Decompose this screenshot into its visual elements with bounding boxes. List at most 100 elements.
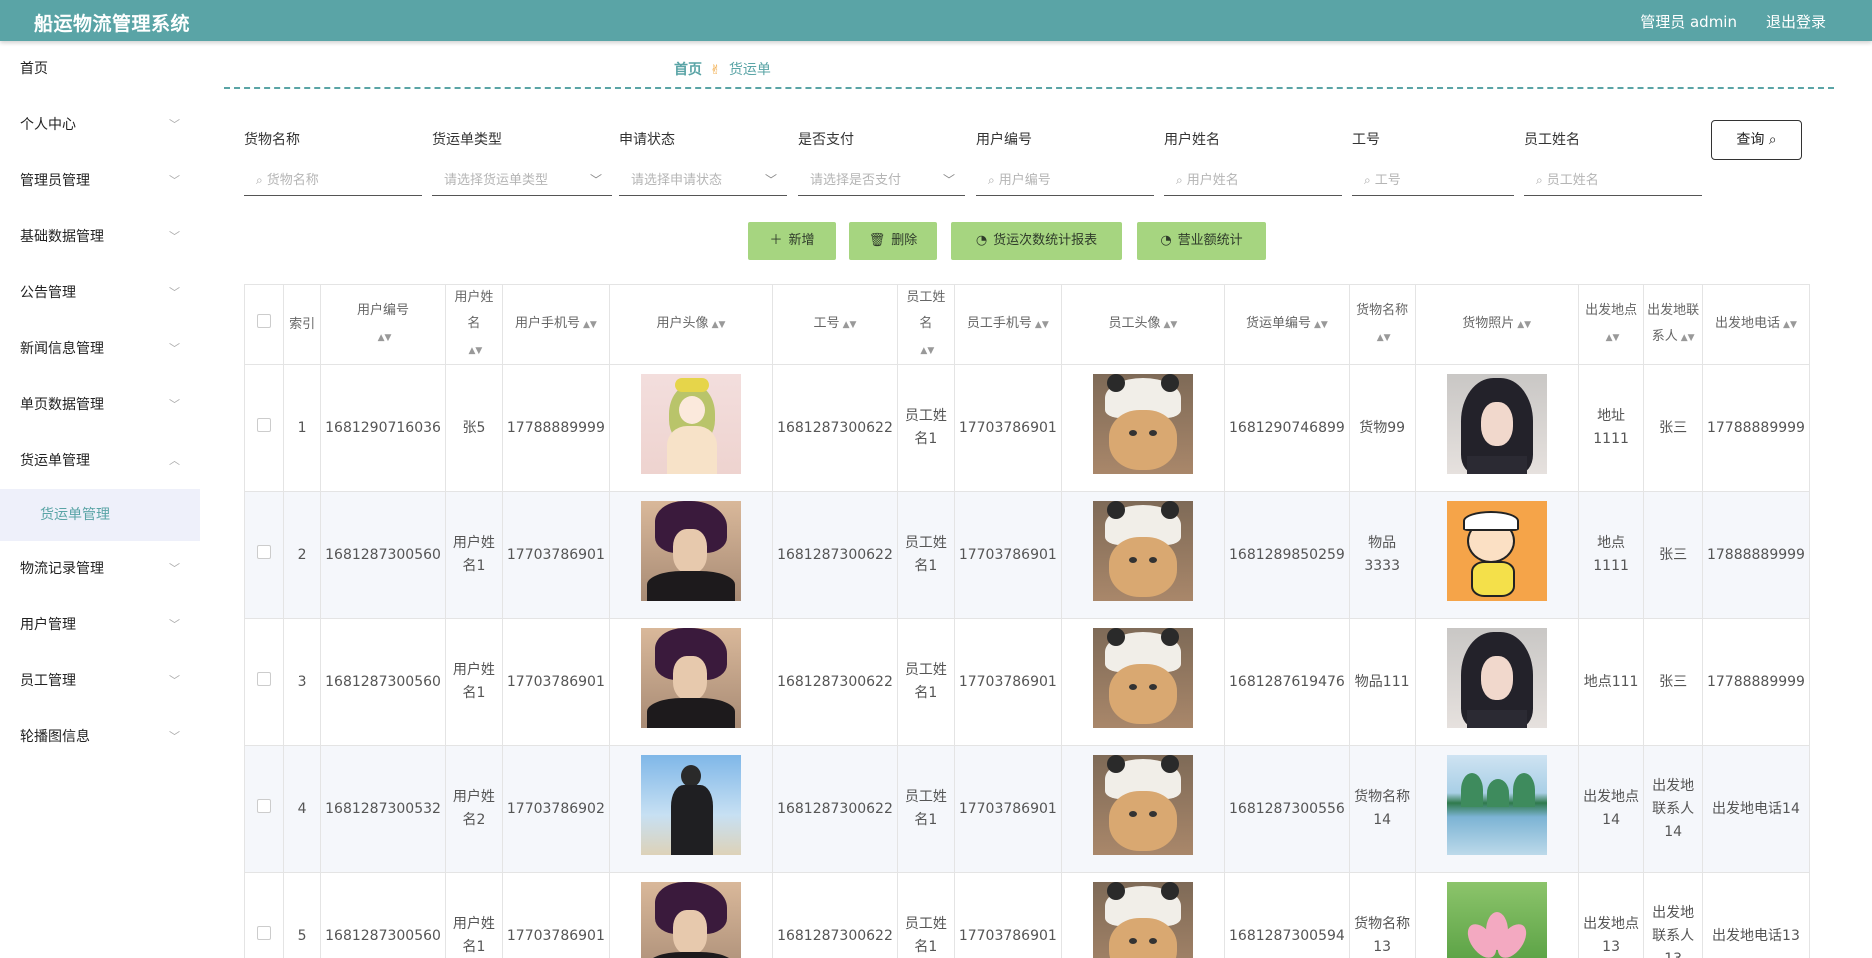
column-header[interactable]: 用户编号 ▲▼ (320, 284, 446, 365)
row-checkbox[interactable] (257, 544, 272, 559)
sidebar-item-home[interactable]: 首页 (0, 41, 200, 97)
cell-goods-photo (1414, 745, 1579, 873)
column-header[interactable]: 员工头像 ▲▼ (1060, 284, 1226, 365)
column-header[interactable]: 用户手机号 ▲▼ (501, 284, 610, 365)
add-button[interactable]: ＋新增 (748, 222, 836, 260)
cell-from-contact: 张三 (1643, 364, 1703, 492)
cell-user-name: 张5 (444, 364, 503, 492)
sidebar-item-label: 用户管理 (20, 617, 76, 633)
user-avatar-image[interactable] (640, 628, 741, 728)
chevron-down-icon: ﹀ (169, 730, 180, 743)
select-all-checkbox[interactable] (257, 313, 272, 328)
user-name-input[interactable]: ⌕ 用户姓名 (1164, 165, 1342, 196)
chevron-down-icon: ﹀ (169, 562, 180, 575)
row-checkbox[interactable] (257, 925, 272, 940)
shipment-count-report-button[interactable]: ◔ 货运次数统计报表 (951, 222, 1122, 260)
staff-name-input[interactable]: ⌕ 员工姓名 (1524, 165, 1702, 196)
goods-photo-image[interactable] (1446, 628, 1547, 728)
top-header: 船运物流管理系统 管理员 admin 退出登录 (0, 0, 1872, 41)
goods-photo-image[interactable] (1446, 501, 1547, 601)
table-row[interactable]: 3 1681287300560 用户姓名1 17703786901 168128… (244, 618, 1810, 746)
cell-order-no: 1681287300556 (1224, 745, 1350, 873)
cell-goods-name: 货物99 (1348, 364, 1416, 492)
query-button[interactable]: 查询 ⌕ (1711, 120, 1802, 160)
waybill-type-select[interactable]: 请选择货运单类型 ﹀ (432, 165, 612, 196)
logout-link[interactable]: 退出登录 (1766, 11, 1826, 32)
column-header[interactable]: 工号 ▲▼ (772, 284, 898, 365)
pie-chart-icon: ◔ (975, 233, 988, 248)
column-header[interactable]: 货物照片 ▲▼ (1414, 284, 1579, 365)
cell-from-phone: 出发地电话14 (1701, 745, 1810, 873)
sidebar-item-notice[interactable]: 公告管理 ﹀ (0, 265, 200, 321)
sidebar-item-carousel[interactable]: 轮播图信息 ﹀ (0, 709, 200, 765)
column-header[interactable]: 员工姓名 ▲▼ (896, 284, 955, 365)
cell-user-no: 1681287300560 (320, 491, 446, 619)
chevron-down-icon: ﹀ (169, 174, 180, 187)
cell-from-contact: 张三 (1643, 618, 1703, 746)
row-checkbox[interactable] (257, 417, 272, 432)
paid-select[interactable]: 请选择是否支付 ﹀ (798, 165, 965, 196)
sidebar-item-logistics[interactable]: 物流记录管理 ﹀ (0, 541, 200, 597)
sidebar-item-staff[interactable]: 员工管理 ﹀ (0, 653, 200, 709)
staff-avatar-image[interactable] (1092, 882, 1193, 958)
filter-label: 用户姓名 (1164, 132, 1220, 148)
cell-user-phone: 17703786901 (501, 872, 610, 958)
table-row[interactable]: 5 1681287300560 用户姓名1 17703786901 168128… (244, 872, 1810, 958)
sidebar-item-news[interactable]: 新闻信息管理 ﹀ (0, 321, 200, 377)
sidebar-item-waybill[interactable]: 货运单管理 ︿ (0, 433, 200, 489)
goods-name-input[interactable]: ⌕ 货物名称 (244, 165, 422, 196)
cell-user-avatar (608, 491, 774, 619)
cell-staff-avatar (1060, 618, 1226, 746)
table-row[interactable]: 2 1681287300560 用户姓名1 17703786901 168128… (244, 491, 1810, 619)
sidebar-item-label: 物流记录管理 (20, 561, 104, 577)
column-header[interactable]: 用户头像 ▲▼ (608, 284, 774, 365)
sidebar-item-admin[interactable]: 管理员管理 ﹀ (0, 153, 200, 209)
chevron-up-icon: ︿ (169, 454, 180, 467)
cell-from-phone: 17888889999 (1701, 491, 1810, 619)
user-avatar-image[interactable] (640, 882, 741, 958)
column-header[interactable]: 货物名称 ▲▼ (1348, 284, 1416, 365)
delete-button[interactable]: 🗑 删除 (849, 222, 937, 260)
breadcrumb-home[interactable]: 首页 (674, 62, 702, 78)
cell-staff-name: 员工姓名1 (896, 872, 955, 958)
pie-chart-icon: ◔ (1160, 233, 1172, 248)
column-header[interactable]: 出发地联系人 ▲▼ (1643, 284, 1703, 365)
user-avatar-image[interactable] (640, 374, 741, 474)
apply-status-select[interactable]: 请选择申请状态 ﹀ (619, 165, 787, 196)
table-row[interactable]: 4 1681287300532 用户姓名2 17703786902 168128… (244, 745, 1810, 873)
divider (224, 87, 1834, 89)
column-header[interactable]: 员工手机号 ▲▼ (953, 284, 1062, 365)
goods-photo-image[interactable] (1446, 755, 1547, 855)
staff-avatar-image[interactable] (1092, 501, 1193, 601)
staff-avatar-image[interactable] (1092, 374, 1193, 474)
row-checkbox[interactable] (257, 798, 272, 813)
search-icon: ⌕ (1768, 132, 1777, 148)
sidebar-subitem-waybill-manage[interactable]: 货运单管理 (0, 489, 200, 541)
user-avatar-image[interactable] (640, 501, 741, 601)
cell-from-phone: 17788889999 (1701, 618, 1810, 746)
column-header[interactable]: 出发地点 ▲▼ (1577, 284, 1645, 365)
table-row[interactable]: 1 1681290716036 张5 17788889999 168128730… (244, 364, 1810, 492)
sidebar-item-profile[interactable]: 个人中心 ﹀ (0, 97, 200, 153)
sidebar-item-basic-data[interactable]: 基础数据管理 ﹀ (0, 209, 200, 265)
column-header[interactable]: 出发地电话 ▲▼ (1701, 284, 1810, 365)
cell-index: 4 (283, 745, 322, 873)
staff-avatar-image[interactable] (1092, 755, 1193, 855)
column-header[interactable]: 用户姓名 ▲▼ (444, 284, 503, 365)
sidebar-item-single-page[interactable]: 单页数据管理 ﹀ (0, 377, 200, 433)
user-avatar-image[interactable] (640, 755, 741, 855)
row-checkbox[interactable] (257, 671, 272, 686)
user-no-input[interactable]: ⌕ 用户编号 (976, 165, 1154, 196)
goods-photo-image[interactable] (1446, 882, 1547, 958)
cell-user-phone: 17703786901 (501, 618, 610, 746)
cell-user-avatar (608, 364, 774, 492)
chevron-down-icon: ﹀ (169, 618, 180, 631)
revenue-stats-button[interactable]: ◔ 营业额统计 (1137, 222, 1266, 260)
cell-user-no: 1681287300560 (320, 618, 446, 746)
sidebar-item-users[interactable]: 用户管理 ﹀ (0, 597, 200, 653)
goods-photo-image[interactable] (1446, 374, 1547, 474)
staff-avatar-image[interactable] (1092, 628, 1193, 728)
staff-no-input[interactable]: ⌕ 工号 (1352, 165, 1514, 196)
column-header[interactable]: 货运单编号 ▲▼ (1224, 284, 1350, 365)
chevron-down-icon: ﹀ (169, 118, 180, 131)
